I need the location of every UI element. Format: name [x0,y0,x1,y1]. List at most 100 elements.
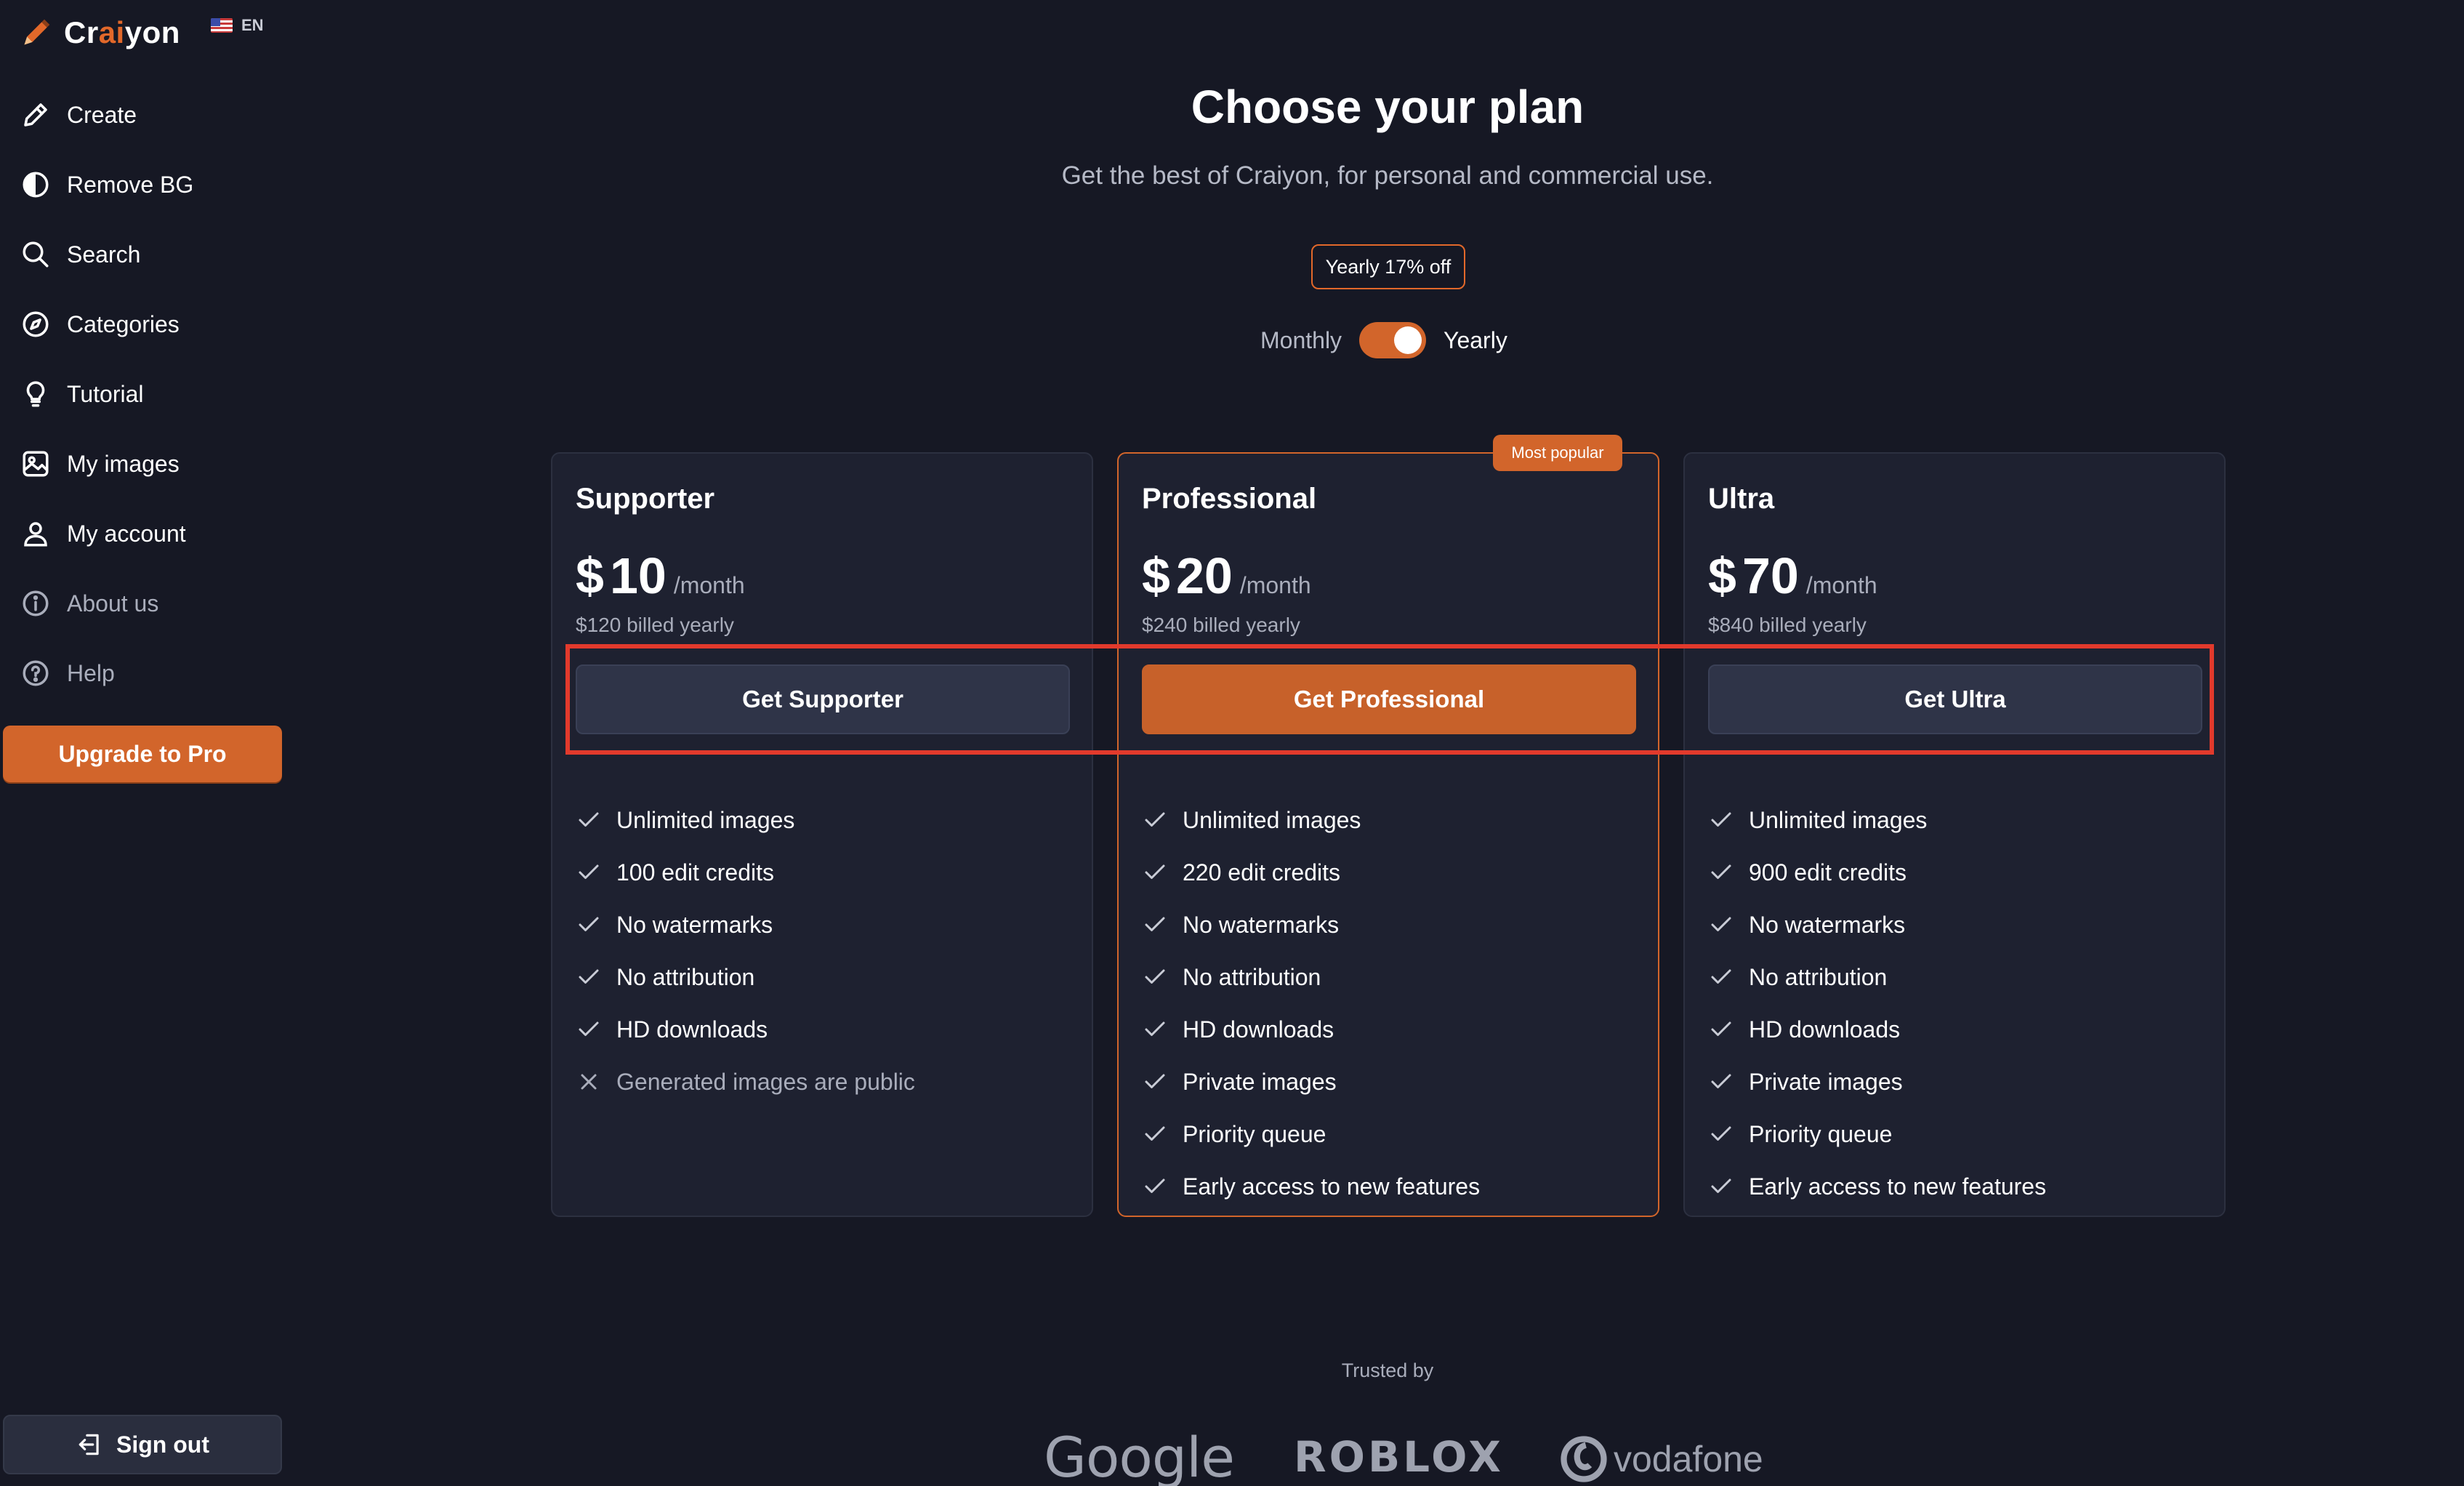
feature-item: Unlimited images [1142,794,1480,846]
feature-text: No watermarks [616,911,773,938]
price-amount: 10 [609,547,667,604]
search-icon [23,241,49,268]
feature-text: Unlimited images [1183,806,1361,833]
feature-text: Early access to new features [1749,1173,2047,1200]
billing-toggle-group: Monthly Yearly [1260,320,1507,361]
sidebar: Craiyon EN Create Remove BG Search Categ… [0,0,291,1486]
feature-item: Unlimited images [1708,794,2046,846]
check-icon [1711,864,1731,879]
feature-text: Private images [1183,1068,1337,1095]
feature-text: HD downloads [1749,1016,1901,1043]
check-icon [1145,864,1165,879]
price-currency: $ [576,547,604,604]
help-icon [23,660,49,686]
check-icon [1711,1021,1731,1036]
compass-icon [23,311,49,337]
feature-text: 220 edit credits [1183,859,1341,885]
feature-item: Private images [1708,1056,2046,1108]
image-icon [23,451,49,477]
price-period: /month [673,572,745,598]
get-supporter-button[interactable]: Get Supporter [576,664,1070,734]
feature-item: No attribution [1708,951,2046,1003]
feature-item: Early access to new features [1708,1160,2046,1213]
price-amount: 20 [1175,547,1233,604]
billing-period-toggle[interactable] [1359,322,1427,358]
feature-list: Unlimited images 100 edit credits No water… [576,794,915,1108]
trusted-by-label: Trusted by [1341,1360,1434,1381]
language-selector[interactable]: EN [211,16,264,35]
check-icon [1145,1178,1165,1193]
sidebar-item-help[interactable]: Help [20,638,193,708]
feature-text: Early access to new features [1183,1173,1481,1200]
sidebar-item-label: My images [67,450,180,477]
feature-text: HD downloads [616,1016,768,1043]
billed-yearly-note: $120 billed yearly [576,614,734,636]
feature-item: 220 edit credits [1142,846,1480,899]
check-icon [579,1021,599,1036]
feature-text: Generated images are public [616,1068,915,1095]
get-professional-button[interactable]: Get Professional [1142,664,1636,734]
feature-text: No attribution [1183,963,1321,990]
brand[interactable]: Craiyon [20,7,180,58]
check-icon [579,812,599,827]
feature-text: Private images [1749,1068,1903,1095]
feature-item: Generated images are public [576,1056,915,1108]
feature-item: HD downloads [576,1003,915,1056]
sidebar-item-label: My account [67,520,186,547]
billing-monthly-label[interactable]: Monthly [1260,327,1342,354]
trusted-logos: Google ROBLOX vodafone [0,1425,2464,1486]
sidebar-item-label: About us [67,590,159,617]
sidebar-item-about-us[interactable]: About us [20,569,193,638]
most-popular-badge: Most popular [1493,435,1622,471]
price-amount: 70 [1742,547,1799,604]
feature-item: Priority queue [1142,1108,1480,1160]
sidebar-item-my-account[interactable]: My account [20,499,193,569]
check-icon [1711,1074,1731,1088]
sidebar-item-categories[interactable]: Categories [20,289,193,359]
get-ultra-button[interactable]: Get Ultra [1708,664,2202,734]
check-icon [1145,1126,1165,1141]
roblox-logo: ROBLOX [1294,1432,1505,1482]
toggle-knob [1394,326,1422,354]
sidebar-item-label: Help [67,659,115,686]
check-icon [1145,1074,1165,1088]
upgrade-to-pro-button[interactable]: Upgrade to Pro [3,726,282,782]
check-icon [579,969,599,984]
sidebar-item-tutorial[interactable]: Tutorial [20,359,193,429]
google-logo: Google [1044,1425,1235,1486]
plan-card-supporter: Supporter $ 10 /month $120 billed yearly… [551,452,1093,1217]
sidebar-item-my-images[interactable]: My images [20,429,193,499]
check-icon [1145,917,1165,931]
billing-yearly-label[interactable]: Yearly [1444,327,1507,354]
feature-list: Unlimited images 900 edit credits No water… [1708,794,2046,1213]
feature-text: No watermarks [1183,911,1340,938]
feature-list: Unlimited images 220 edit credits No water… [1142,794,1480,1213]
feature-item: No watermarks [576,899,915,951]
feature-item: Early access to new features [1142,1160,1480,1213]
sidebar-item-search[interactable]: Search [20,220,193,289]
page-subtitle: Get the best of Craiyon, for personal an… [1061,161,1714,190]
feature-text: 100 edit credits [616,859,775,885]
sidebar-item-label: Search [67,241,141,268]
plan-name: Ultra [1708,483,1775,515]
us-flag-icon [211,18,233,33]
plan-cards: Supporter $ 10 /month $120 billed yearly… [551,452,2226,1217]
price-currency: $ [1708,547,1736,604]
sidebar-item-label: Categories [67,310,180,337]
feature-item: No attribution [576,951,915,1003]
price-period: /month [1805,572,1877,598]
plan-price: $ 20 /month [1142,547,1311,605]
yearly-discount-badge: Yearly 17% off [1311,244,1465,289]
check-icon [1145,1021,1165,1036]
billed-yearly-note: $840 billed yearly [1708,614,1867,636]
craiyon-logo-icon [24,19,50,45]
feature-item: 900 edit credits [1708,846,2046,899]
feature-item: HD downloads [1708,1003,2046,1056]
cross-icon [581,1074,597,1090]
plan-price: $ 70 /month [1708,547,1877,605]
check-icon [1145,812,1165,827]
check-icon [1711,969,1731,984]
feature-text: No watermarks [1749,911,1906,938]
feature-text: 900 edit credits [1749,859,1907,885]
vodafone-wordmark: vodafone [1614,1439,1763,1479]
